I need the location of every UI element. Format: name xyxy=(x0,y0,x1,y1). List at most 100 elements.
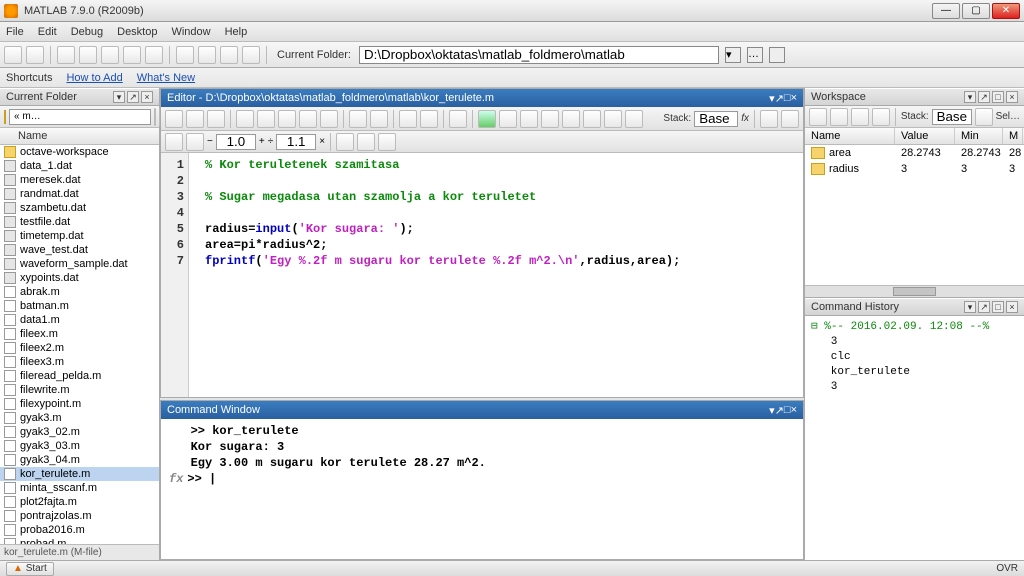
panel-menu-icon[interactable]: ▾ xyxy=(113,91,125,103)
ch-undock-icon[interactable]: ↗ xyxy=(978,301,990,313)
stack-select[interactable] xyxy=(694,111,738,127)
file-row[interactable]: randmat.dat xyxy=(0,187,159,201)
cf-dropdown-icon[interactable]: ▾ xyxy=(725,47,741,63)
menu-debug[interactable]: Debug xyxy=(71,26,103,38)
file-row[interactable]: fileex.m xyxy=(0,327,159,341)
ws-open-icon[interactable] xyxy=(830,108,848,126)
ed-new-icon[interactable] xyxy=(165,110,183,128)
menu-desktop[interactable]: Desktop xyxy=(117,26,157,38)
ed-runsection-icon[interactable] xyxy=(499,110,517,128)
ed-undo-icon[interactable] xyxy=(299,110,317,128)
ws-menu-icon[interactable]: ▾ xyxy=(964,91,976,103)
ed-save-icon[interactable] xyxy=(207,110,225,128)
file-row[interactable]: probad.m xyxy=(0,537,159,544)
history-item[interactable]: 3 xyxy=(811,335,1018,350)
cf-browse-icon[interactable]: … xyxy=(747,47,763,63)
menu-help[interactable]: Help xyxy=(225,26,248,38)
ws-select-label[interactable]: Sel… xyxy=(996,111,1020,122)
history-item[interactable]: kor_terulete xyxy=(811,365,1018,380)
file-row[interactable]: batman.m xyxy=(0,299,159,313)
file-row[interactable]: fileex3.m xyxy=(0,355,159,369)
file-row[interactable]: gyak3_03.m xyxy=(0,439,159,453)
ed-print-icon[interactable] xyxy=(349,110,367,128)
ed-stepin-icon[interactable] xyxy=(562,110,580,128)
paste-icon[interactable] xyxy=(101,46,119,64)
zoom-plus-input[interactable] xyxy=(276,134,316,150)
menu-edit[interactable]: Edit xyxy=(38,26,57,38)
panel-close-icon[interactable]: × xyxy=(141,91,153,103)
ws-save-icon[interactable] xyxy=(872,108,890,126)
file-row[interactable]: xypoints.dat xyxy=(0,271,159,285)
file-row[interactable]: data1.m xyxy=(0,313,159,327)
history-item[interactable]: clc xyxy=(811,350,1018,365)
start-button[interactable]: ▲ Start xyxy=(6,562,54,576)
new-icon[interactable] xyxy=(4,46,22,64)
panel-undock-icon[interactable]: ↗ xyxy=(127,91,139,103)
ed-fx-icon[interactable] xyxy=(449,110,467,128)
cf-address-input[interactable] xyxy=(9,109,151,125)
cell-next-icon[interactable] xyxy=(357,133,375,151)
cell-eval-icon[interactable] xyxy=(378,133,396,151)
menu-file[interactable]: File xyxy=(6,26,24,38)
command-history-body[interactable]: ⊟ %-- 2016.02.09. 12:08 --% 3 clc kor_te… xyxy=(805,316,1024,560)
ed-paste-icon[interactable] xyxy=(278,110,296,128)
file-row[interactable]: timetemp.dat xyxy=(0,229,159,243)
ch-max-icon[interactable]: □ xyxy=(992,301,1004,313)
history-item[interactable]: 3 xyxy=(811,380,1018,395)
undo-icon[interactable] xyxy=(123,46,141,64)
howto-link[interactable]: How to Add xyxy=(66,72,122,84)
ed-copy-icon[interactable] xyxy=(257,110,275,128)
editor-max-icon[interactable]: □ xyxy=(784,92,791,104)
current-folder-input[interactable] xyxy=(359,46,719,64)
ed-redo-icon[interactable] xyxy=(320,110,338,128)
ed-step-icon[interactable] xyxy=(541,110,559,128)
cut-icon[interactable] xyxy=(57,46,75,64)
ws-col-max[interactable]: M xyxy=(1003,128,1023,144)
cell-plus-icon[interactable] xyxy=(186,133,204,151)
close-button[interactable]: ✕ xyxy=(992,3,1020,19)
ch-menu-icon[interactable]: ▾ xyxy=(964,301,976,313)
ed-run-icon[interactable] xyxy=(478,110,496,128)
ed-square-icon[interactable] xyxy=(760,110,778,128)
file-row[interactable]: abrak.m xyxy=(0,285,159,299)
cw-undock-icon[interactable]: ↗ xyxy=(775,404,784,417)
ws-plot-icon[interactable] xyxy=(975,108,993,126)
file-row[interactable]: fileex2.m xyxy=(0,341,159,355)
simulink-icon[interactable] xyxy=(176,46,194,64)
file-row[interactable]: filexypoint.m xyxy=(0,397,159,411)
file-row[interactable]: testfile.dat xyxy=(0,215,159,229)
file-row[interactable]: gyak3_04.m xyxy=(0,453,159,467)
ed-arrow-icon[interactable] xyxy=(781,110,799,128)
ws-col-min[interactable]: Min xyxy=(955,128,1003,144)
ws-new-icon[interactable] xyxy=(809,108,827,126)
file-row[interactable]: data_1.dat xyxy=(0,159,159,173)
profiler-icon[interactable] xyxy=(220,46,238,64)
ed-back-icon[interactable] xyxy=(399,110,417,128)
whatsnew-link[interactable]: What's New xyxy=(137,72,195,84)
ws-import-icon[interactable] xyxy=(851,108,869,126)
workspace-table[interactable]: Name Value Min M area28.274328.274328rad… xyxy=(805,128,1024,285)
code-area[interactable]: 1234567 % Kor teruletenek szamitasa% Sug… xyxy=(161,153,803,397)
file-row[interactable]: minta_sscanf.m xyxy=(0,481,159,495)
file-row[interactable]: wave_test.dat xyxy=(0,243,159,257)
file-row[interactable]: gyak3.m xyxy=(0,411,159,425)
file-list[interactable]: Name octave-workspacedata_1.datmeresek.d… xyxy=(0,128,159,544)
maximize-button[interactable]: ▢ xyxy=(962,3,990,19)
cf-up-icon[interactable] xyxy=(769,47,785,63)
ws-close-icon[interactable]: × xyxy=(1006,91,1018,103)
ws-col-name[interactable]: Name xyxy=(805,128,895,144)
file-row[interactable]: octave-workspace xyxy=(0,145,159,159)
ws-row[interactable]: area28.274328.274328 xyxy=(805,145,1024,161)
cell-prev-icon[interactable] xyxy=(336,133,354,151)
help-icon[interactable] xyxy=(242,46,260,64)
file-row[interactable]: plot2fajta.m xyxy=(0,495,159,509)
file-row[interactable]: kor_terulete.m xyxy=(0,467,159,481)
cw-max-icon[interactable]: □ xyxy=(784,404,791,416)
zoom-minus-input[interactable] xyxy=(216,134,256,150)
editor-close-icon[interactable]: × xyxy=(791,92,797,104)
ed-stop-icon[interactable] xyxy=(625,110,643,128)
minimize-button[interactable]: — xyxy=(932,3,960,19)
command-window-body[interactable]: >> kor_terulete Kor sugara: 3 Egy 3.00 m… xyxy=(161,419,803,559)
file-row[interactable]: filewrite.m xyxy=(0,383,159,397)
ws-stack-select[interactable] xyxy=(932,109,972,125)
